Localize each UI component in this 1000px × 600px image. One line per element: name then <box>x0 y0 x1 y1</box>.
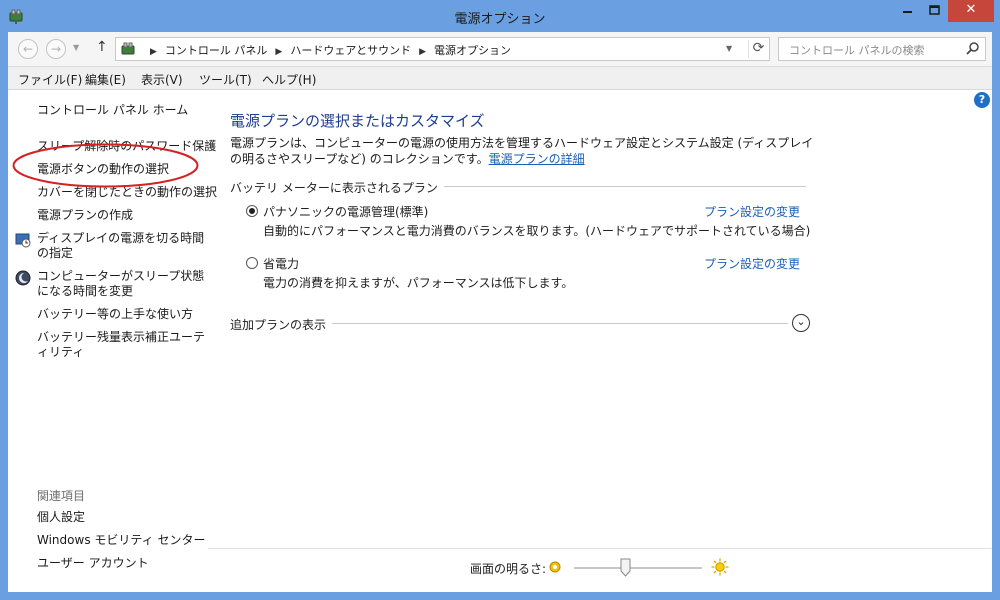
forward-button[interactable]: → <box>46 39 66 59</box>
menu-edit[interactable]: 編集(E) <box>85 71 126 88</box>
search-icon[interactable] <box>965 41 981 57</box>
window: 電源オプション ✕ ← → ▼ ↑ ▶ コントロール パネル ▶ ハードウェアとサウン… <box>0 0 1000 600</box>
sidebar: コントロール パネル ホーム スリープ解除時のパスワード保護 電源ボタンの動作の… <box>8 90 217 592</box>
plan-radio[interactable] <box>246 257 258 269</box>
close-button[interactable]: ✕ <box>948 0 994 22</box>
up-arrow-icon: ↑ <box>96 39 108 55</box>
menu-tools[interactable]: ツール(T) <box>199 71 252 88</box>
expand-chevron-icon[interactable]: ⌄ <box>792 314 810 332</box>
back-button[interactable]: ← <box>18 39 38 59</box>
brightness-slider-thumb[interactable] <box>620 558 631 577</box>
title-bar: 電源オプション ✕ <box>0 0 1000 32</box>
more-plans-divider <box>322 323 788 324</box>
sidebar-home-link[interactable]: コントロール パネル ホーム <box>37 103 188 118</box>
breadcrumb-item[interactable]: コントロール パネル <box>165 44 268 57</box>
related-mobility-center-link[interactable]: Windows モビリティ センター <box>37 533 205 548</box>
content-area: ? コントロール パネル ホーム スリープ解除時のパスワード保護 電源ボタンの動… <box>8 90 992 592</box>
forward-arrow-icon: → <box>50 42 62 56</box>
change-plan-settings-link[interactable]: プラン設定の変更 <box>704 255 800 272</box>
plan-name[interactable]: パナソニックの電源管理(標準) <box>263 203 428 220</box>
window-title: 電源オプション <box>454 12 546 27</box>
bright-sun-icon <box>711 558 729 576</box>
minimize-icon <box>903 11 912 13</box>
maximize-button[interactable] <box>921 0 948 22</box>
page-title: 電源プランの選択またはカスタマイズ <box>230 112 485 130</box>
control-panel-icon <box>121 42 135 55</box>
brightness-label: 画面の明るさ: <box>470 562 547 576</box>
section-title: バッテリ メーターに表示されるプラン <box>230 179 444 196</box>
address-row: ← → ▼ ↑ ▶ コントロール パネル ▶ ハードウェアとサウンド ▶ 電源オプション … <box>8 32 992 67</box>
maximize-icon <box>929 5 940 15</box>
plan-name[interactable]: 省電力 <box>263 255 299 272</box>
highlight-circle <box>12 143 199 188</box>
breadcrumb-separator: ▶ <box>419 47 427 57</box>
sidebar-item-display-off[interactable]: ディスプレイの電源を切る時間の指定 <box>37 231 207 261</box>
recent-locations-dropdown[interactable]: ▼ <box>73 43 79 52</box>
related-personalization-link[interactable]: 個人設定 <box>37 510 85 525</box>
plan-radio-selected[interactable] <box>246 205 258 217</box>
sidebar-item-battery-calibration[interactable]: バッテリー残量表示補正ユーティリティ <box>37 330 207 360</box>
page-description: 電源プランは、コンピューターの電源の使用方法を管理するハードウェア設定とシステム… <box>230 135 815 167</box>
plan-description: 電力の消費を抑えますが、パフォーマンスは低下します。 <box>263 276 574 290</box>
help-icon[interactable]: ? <box>974 92 990 108</box>
minimize-button[interactable] <box>894 0 921 22</box>
breadcrumb-separator: ▶ <box>275 47 283 57</box>
menu-view[interactable]: 表示(V) <box>141 71 183 88</box>
power-plan-details-link[interactable]: 電源プランの詳細 <box>489 152 585 166</box>
sidebar-item-create-plan[interactable]: 電源プランの作成 <box>37 208 133 223</box>
plan-description: 自動的にパフォーマンスと電力消費のバランスを取ります。(ハードウェアでサポートさ… <box>263 224 811 238</box>
change-plan-settings-link[interactable]: プラン設定の変更 <box>704 203 800 220</box>
search-placeholder: コントロール パネルの検索 <box>789 44 925 57</box>
dim-sun-icon <box>549 561 561 573</box>
moon-icon <box>15 270 31 286</box>
bottom-divider <box>208 548 992 549</box>
sidebar-item-battery-tips[interactable]: バッテリー等の上手な使い方 <box>37 307 193 322</box>
related-section-title: 関連項目 <box>37 489 86 503</box>
refresh-icon[interactable]: ⟳ <box>748 40 768 58</box>
address-bar[interactable]: ▶ コントロール パネル ▶ ハードウェアとサウンド ▶ 電源オプション ▼ ⟳ <box>115 37 770 61</box>
more-plans-label[interactable]: 追加プランの表示 <box>230 316 333 333</box>
main-panel: 電源プランの選択またはカスタマイズ 電源プランは、コンピューターの電源の使用方法… <box>230 90 850 550</box>
sidebar-item-sleep-time[interactable]: コンピューターがスリープ状態になる時間を変更 <box>37 269 207 299</box>
breadcrumb-item[interactable]: 電源オプション <box>434 44 511 57</box>
display-clock-icon <box>15 233 31 248</box>
breadcrumb-item[interactable]: ハードウェアとサウンド <box>290 44 411 57</box>
brightness-slider-track[interactable] <box>574 567 702 569</box>
breadcrumb: ▶ コントロール パネル ▶ ハードウェアとサウンド ▶ 電源オプション <box>142 42 511 58</box>
up-button[interactable]: ↑ <box>96 39 108 55</box>
breadcrumb-separator: ▶ <box>150 47 157 57</box>
back-arrow-icon: ← <box>22 42 34 56</box>
related-user-accounts-link[interactable]: ユーザー アカウント <box>37 556 149 571</box>
menu-file[interactable]: ファイル(F) <box>18 71 82 88</box>
menu-bar: ファイル(F) 編集(E) 表示(V) ツール(T) ヘルプ(H) <box>8 67 992 90</box>
menu-help[interactable]: ヘルプ(H) <box>262 71 316 88</box>
search-input[interactable]: コントロール パネルの検索 <box>778 37 986 61</box>
address-dropdown-icon[interactable]: ▼ <box>726 44 732 53</box>
close-icon: ✕ <box>965 2 977 17</box>
